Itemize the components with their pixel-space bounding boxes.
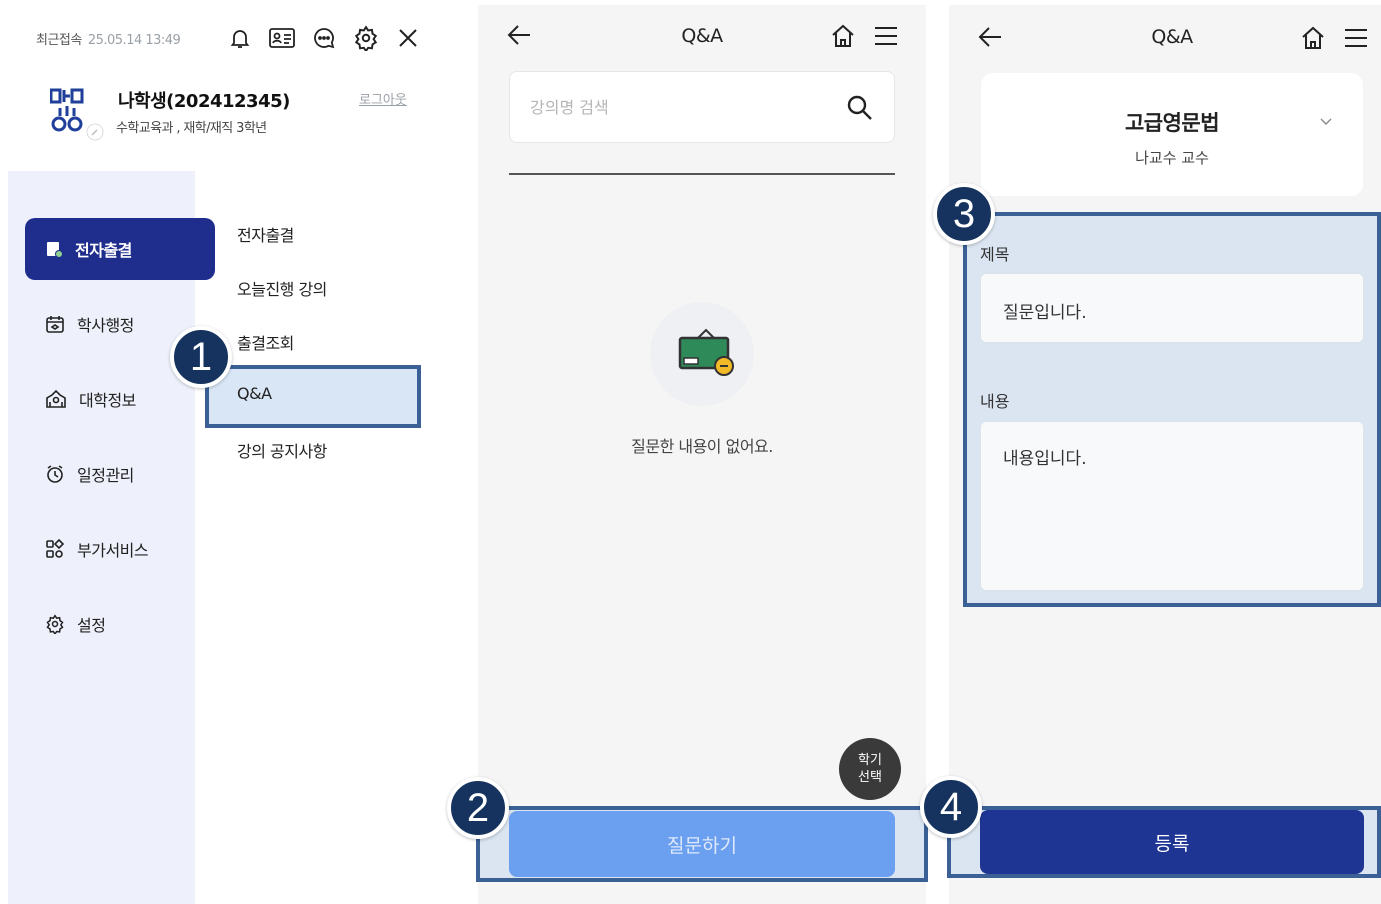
- menu-icon[interactable]: [873, 25, 899, 47]
- services-icon: [45, 539, 65, 559]
- logout-link[interactable]: 로그아웃: [359, 89, 407, 108]
- last-login: 최근접속 25.05.14 13:49: [36, 29, 181, 48]
- fab-line-1: 학기: [858, 753, 882, 768]
- bell-icon[interactable]: [226, 24, 254, 52]
- qa-list-panel: Q&A 질문한 내용이 없어요. 학기선택: [478, 5, 926, 904]
- category-label: 설정: [77, 616, 106, 635]
- alarm-icon: [45, 464, 65, 484]
- empty-message: 질문한 내용이 없어요.: [631, 437, 773, 456]
- empty-state-illustration: [650, 302, 754, 406]
- chat-icon[interactable]: [310, 24, 338, 52]
- blackboard-icon: [678, 328, 734, 376]
- step-badge-3: 3: [933, 183, 995, 245]
- menu-panel: 최근접속25.05.14 13:49 나학생(202412345) 수학교육과: [0, 0, 430, 904]
- category-label: 학사행정: [77, 316, 134, 335]
- subject-label: 제목: [980, 245, 1010, 264]
- category-label: 일정관리: [77, 466, 134, 485]
- user-name: 나학생(202412345): [118, 91, 290, 112]
- gear-icon[interactable]: [352, 24, 380, 52]
- university-icon: [45, 389, 67, 409]
- list-divider: [509, 173, 895, 175]
- content-field[interactable]: 내용입니다.: [980, 421, 1364, 591]
- semester-select-button[interactable]: 학기선택: [839, 738, 901, 800]
- search-input[interactable]: [530, 94, 830, 120]
- top-icon-bar: [226, 24, 422, 52]
- user-department: 수학교육과 , 재학/재직 3학년: [116, 121, 267, 136]
- edit-photo-icon[interactable]: [86, 123, 104, 141]
- category-label: 전자출결: [75, 241, 132, 260]
- academic-icon: [45, 314, 65, 334]
- attendance-icon: [45, 240, 63, 258]
- id-card-icon[interactable]: [268, 24, 296, 52]
- submenu-qa[interactable]: Q&A: [237, 384, 272, 403]
- university-logo: [50, 88, 84, 132]
- fab-line-2: 선택: [858, 770, 882, 785]
- category-services[interactable]: 부가서비스: [25, 518, 215, 580]
- category-label: 부가서비스: [77, 541, 149, 560]
- category-attendance[interactable]: 전자출결: [25, 218, 215, 280]
- settings-icon: [45, 614, 65, 634]
- last-login-time: 25.05.14 13:49: [87, 33, 181, 48]
- submenu-lecture-notice[interactable]: 강의 공지사항: [237, 438, 327, 462]
- content-label: 내용: [980, 392, 1010, 411]
- page-title: Q&A: [681, 25, 723, 47]
- form-layer: 제목 질문입니다. 내용 내용입니다.: [949, 5, 1381, 904]
- submit-button[interactable]: 등록: [980, 810, 1364, 874]
- category-settings[interactable]: 설정: [25, 593, 215, 655]
- close-icon[interactable]: [394, 24, 422, 52]
- home-icon[interactable]: [830, 23, 856, 49]
- last-login-label: 최근접속: [36, 33, 82, 48]
- search-box: [509, 71, 895, 143]
- subject-field[interactable]: 질문입니다.: [980, 273, 1364, 343]
- step-badge-4: 4: [920, 776, 982, 838]
- step-badge-1: 1: [170, 326, 232, 388]
- ask-question-button[interactable]: 질문하기: [509, 811, 895, 877]
- step-badge-2: 2: [447, 777, 509, 839]
- submenu-today-lecture[interactable]: 오늘진행 강의: [237, 276, 327, 300]
- category-schedule[interactable]: 일정관리: [25, 443, 215, 505]
- submenu-attendance[interactable]: 전자출결: [237, 222, 294, 246]
- search-icon[interactable]: [846, 94, 874, 122]
- submenu-attendance-lookup[interactable]: 출결조회: [237, 330, 294, 354]
- category-label: 대학정보: [79, 391, 136, 410]
